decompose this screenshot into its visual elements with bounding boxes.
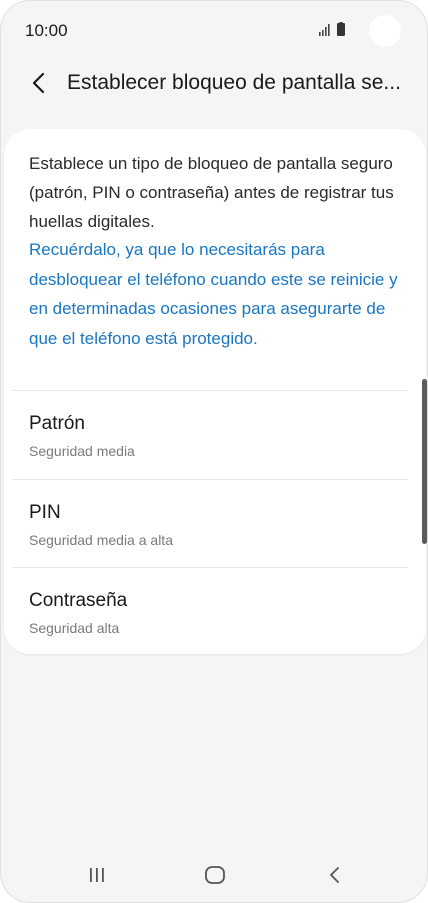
option-password[interactable]: Contraseña Seguridad alta [4,568,426,656]
camera-cutout [369,15,401,47]
option-subtitle: Seguridad media a alta [29,532,173,548]
back-icon [330,867,339,883]
signal-battery-icon [319,22,345,36]
option-title: Contraseña [29,590,128,611]
option-title: Patrón [29,413,85,434]
scrollbar[interactable] [422,379,427,544]
recents-button[interactable] [73,859,121,891]
home-icon [205,866,225,884]
phone-screen: 10:00 Establecer bloqueo de pantalla se.… [0,0,428,903]
reminder-note: Recuérdalo, ya que lo necesitarás para d… [29,240,398,348]
option-subtitle: Seguridad alta [29,620,120,636]
status-time: 10:00 [25,21,68,40]
navigation-bar [1,849,427,902]
status-bar: 10:00 [1,1,427,59]
option-pin[interactable]: PIN Seguridad media a alta [4,480,426,568]
page-title: Establecer bloqueo de pantalla se... [67,71,401,94]
recents-icon [90,868,104,882]
chevron-left-icon [32,72,45,94]
option-pattern[interactable]: Patrón Seguridad media [4,391,426,479]
option-title: PIN [29,502,61,523]
option-subtitle: Seguridad media [29,443,135,459]
nav-back-button[interactable] [311,859,359,891]
description-text: Establece un tipo de bloqueo de pantalla… [29,154,394,231]
back-button[interactable] [23,67,55,99]
lock-type-card: Establece un tipo de bloqueo de pantalla… [4,129,426,654]
app-bar: Establecer bloqueo de pantalla se... [1,59,427,109]
home-button[interactable] [191,859,239,891]
